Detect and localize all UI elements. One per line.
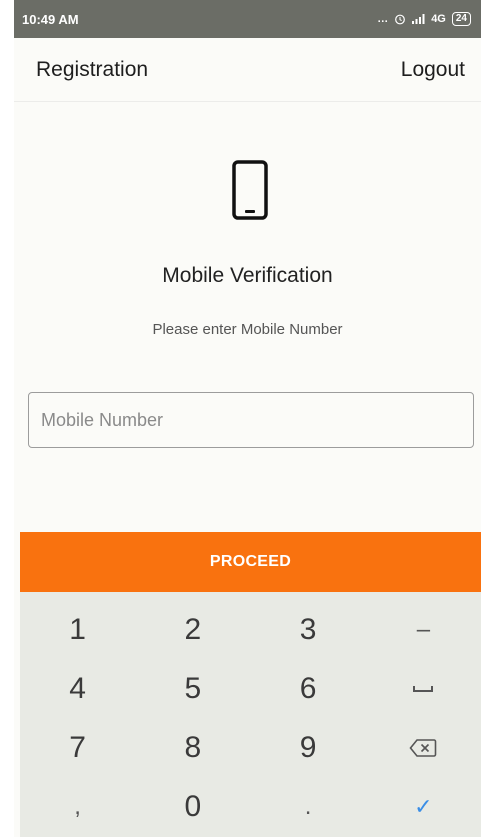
signal-icon: [412, 14, 425, 24]
key-8[interactable]: 8: [135, 719, 250, 778]
dots-icon: …: [377, 13, 389, 25]
key-enter-check[interactable]: ✓: [366, 778, 481, 837]
network-type: 4G: [431, 13, 446, 25]
mobile-phone-icon: [232, 160, 268, 220]
app-bar: Registration Logout: [14, 38, 481, 102]
space-icon: [413, 685, 434, 692]
key-minus[interactable]: –: [366, 600, 481, 659]
proceed-button[interactable]: PROCEED: [20, 532, 481, 592]
key-2[interactable]: 2: [135, 600, 250, 659]
verification-title: Mobile Verification: [162, 264, 333, 287]
app-screen: 10:49 AM … 4G 24 Registration Logout Mob…: [14, 0, 481, 837]
alarm-icon: [395, 14, 406, 25]
key-4[interactable]: 4: [20, 659, 135, 718]
mobile-number-input[interactable]: [28, 392, 474, 448]
verification-subtitle: Please enter Mobile Number: [152, 321, 343, 338]
key-6[interactable]: 6: [251, 659, 366, 718]
key-0[interactable]: 0: [135, 778, 250, 837]
backspace-icon: [409, 739, 437, 757]
status-icons: … 4G 24: [377, 12, 471, 26]
key-period[interactable]: .: [251, 778, 366, 837]
key-3[interactable]: 3: [251, 600, 366, 659]
key-space[interactable]: [366, 659, 481, 718]
page-title: Registration: [36, 57, 149, 81]
key-9[interactable]: 9: [251, 719, 366, 778]
key-backspace[interactable]: [366, 719, 481, 778]
key-comma[interactable]: ,: [20, 778, 135, 837]
logout-button[interactable]: Logout: [401, 58, 465, 82]
numeric-keypad: 1 2 3 – 4 5 6 7 8 9 , 0 . ✓: [20, 592, 481, 837]
status-time: 10:49 AM: [22, 11, 79, 27]
key-5[interactable]: 5: [135, 659, 250, 718]
key-7[interactable]: 7: [20, 719, 135, 778]
key-1[interactable]: 1: [20, 600, 135, 659]
battery-icon: 24: [451, 12, 471, 26]
status-bar: 10:49 AM … 4G 24: [14, 0, 481, 38]
